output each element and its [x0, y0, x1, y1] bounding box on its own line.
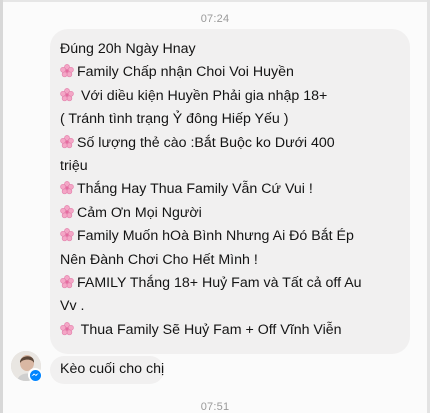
- message-line-8: Cảm Ơn Mọi Người: [60, 202, 402, 225]
- cherry-blossom-icon: [60, 204, 74, 219]
- cherry-blossom-icon: [60, 181, 74, 195]
- message-line-text: Số lượng thẻ cào :Bắt Buộc ko Dưới 400: [77, 134, 335, 151]
- message-line-2: Family Chấp nhận Choi Voi Huyền: [60, 61, 402, 84]
- message-content: Đúng 20h Ngày Hnay Family Chấp nhận Choi…: [60, 38, 402, 342]
- cherry-blossom-icon: [60, 228, 74, 242]
- messenger-icon: [28, 368, 42, 382]
- message-line-3: Với diều kiện Huyền Phải gia nhập 18+: [60, 85, 402, 108]
- chat-window: 07:24 Đúng 20h Ngày Hnay Family Chấp nhậ…: [0, 0, 430, 413]
- message-small-text: Kèo cuối cho chị: [60, 361, 165, 377]
- message-line-text: ( Tránh tình trạng Ỷ đông Hiếp Yếu ): [60, 111, 289, 128]
- message-line-text: Family Chấp nhận Choi Voi Huyền: [77, 64, 294, 81]
- message-line-12: Vv .: [60, 295, 402, 318]
- cherry-blossom-icon: [60, 87, 74, 101]
- timestamp-bottom: 07:51: [200, 401, 230, 413]
- message-line-text: Thắng Hay Thua Family Vẫn Cứ Vui !: [77, 181, 313, 198]
- message-line-text: Nên Đành Chơi Cho Hết Mình !: [60, 251, 258, 268]
- message-line-text: FAMILY Thắng 18+ Huỷ Fam và Tất cả off A…: [77, 275, 362, 292]
- cherry-blossom-icon: [60, 134, 74, 148]
- message-line-13: Thua Family Sẽ Huỷ Fam + Off Vĩnh Viễn: [60, 319, 402, 342]
- cherry-blossom-icon: [60, 322, 74, 336]
- top-border: [0, 0, 430, 2]
- messenger-bolt-icon: [31, 373, 39, 377]
- message-line-text: Cảm Ơn Mọi Người: [77, 204, 202, 221]
- message-line-5: Số lượng thẻ cào :Bắt Buộc ko Dưới 400: [60, 132, 402, 155]
- cherry-blossom-icon: [60, 64, 74, 78]
- message-line-4: ( Tránh tình trạng Ỷ đông Hiếp Yếu ): [60, 108, 402, 131]
- message-line-text: Đúng 20h Ngày Hnay: [60, 41, 196, 57]
- message-bubble-main[interactable]: Đúng 20h Ngày Hnay Family Chấp nhận Choi…: [50, 29, 410, 354]
- message-line-text: Family Muốn hOà Bình Nhưng Ai Đó Bắt Ép: [77, 228, 354, 245]
- message-line-7: Thắng Hay Thua Family Vẫn Cứ Vui !: [60, 178, 402, 201]
- message-line-text: Thua Family Sẽ Huỷ Fam + Off Vĩnh Viễn: [77, 321, 342, 338]
- left-border: [0, 0, 3, 413]
- timestamp-top: 07:24: [200, 13, 230, 25]
- message-bubble-small[interactable]: Kèo cuối cho chị: [50, 356, 164, 384]
- message-line-11: FAMILY Thắng 18+ Huỷ Fam và Tất cả off A…: [60, 272, 402, 295]
- cherry-blossom-icon: [60, 275, 74, 289]
- message-line-9: Family Muốn hOà Bình Nhưng Ai Đó Bắt Ép: [60, 225, 402, 248]
- message-line-text: Vv .: [60, 298, 85, 315]
- message-line-10: Nên Đành Chơi Cho Hết Mình !: [60, 249, 402, 272]
- message-line-text: Với diều kiện Huyền Phải gia nhập 18+: [77, 87, 328, 104]
- message-line-6: triệu: [60, 155, 402, 178]
- message-line-text: triệu: [60, 158, 88, 175]
- message-line-1: Đúng 20h Ngày Hnay: [60, 38, 402, 61]
